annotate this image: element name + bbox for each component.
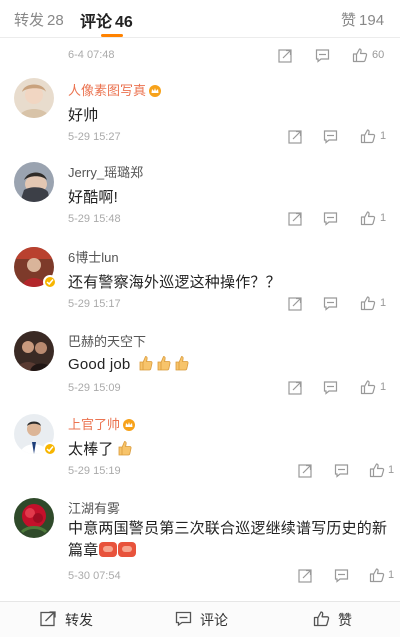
like-count: 1 [380,212,387,224]
comment-icon[interactable] [323,129,339,145]
avatar[interactable] [14,331,54,371]
comment-icon[interactable] [323,380,339,396]
like-count: 1 [388,569,395,581]
comment-icon[interactable] [323,211,339,227]
tab-repost[interactable]: 转发 28 [14,9,64,30]
clap-sticker [99,542,118,557]
comment-text-content: Good job [68,356,131,373]
comment-icon[interactable] [315,48,331,64]
like-icon[interactable] [369,462,385,478]
comment-button[interactable]: 评论 [175,602,228,637]
avatar[interactable] [14,78,54,118]
comment-icon[interactable] [323,296,339,312]
comment-text: 还有警察海外巡逻这种操作？？ [68,274,281,291]
like-count: 1 [388,464,395,476]
comment-username[interactable]: 6博士lun [68,247,119,266]
thumbs-up-emoji [139,355,153,371]
thumbs-up-emoji [157,355,171,371]
tab-repost-count: 28 [47,12,64,29]
comment-icon[interactable] [334,463,350,479]
tab-comment-count: 46 [115,14,133,31]
tab-bar: 转发 28 评论 46 赞 194 [0,0,400,38]
comment-meta: 6-4 07:48 [68,49,115,61]
comment-icon [175,610,200,630]
like-icon[interactable] [360,128,376,144]
verified-icon [43,442,57,456]
crown-icon [122,418,136,434]
comment-text: Good job [68,355,189,373]
tab-comment-label: 评论 [80,14,113,31]
avatar[interactable] [14,414,57,456]
comment-text: 中意两国警员第三次联合巡逻继续谱写历史的新篇章 [68,518,390,562]
comment-text: 好帅 [68,107,99,124]
repost-icon[interactable] [278,48,294,64]
comment-username-text: 人像素图写真 [68,83,147,98]
comment-username[interactable]: 人像素图写真 [68,80,162,100]
repost-button[interactable]: 转发 [40,602,93,637]
tab-like-count: 194 [359,12,385,29]
like-count: 1 [380,130,387,142]
like-icon[interactable] [360,295,376,311]
repost-label: 转发 [65,612,93,628]
like-count: 1 [380,381,387,393]
comment-icon[interactable] [334,568,350,584]
avatar[interactable] [14,498,54,538]
comment-username-text: 上官了帅 [68,417,121,432]
comment-meta: 5-29 15:19 [68,465,121,477]
comment-meta: 5-29 15:09 [68,382,121,394]
comment-meta: 5-29 15:48 [68,213,121,225]
like-icon[interactable] [360,210,376,226]
repost-icon [40,610,65,630]
thumbs-up-emoji [175,355,189,371]
repost-icon[interactable] [288,380,304,396]
comment-text-content: 太棒了 [68,441,114,458]
like-icon [313,610,338,630]
comment-username[interactable]: 江湖有雾 [68,498,120,517]
tab-like-label: 赞 [341,12,357,29]
comment-meta: 5-29 15:27 [68,131,121,143]
repost-icon[interactable] [298,568,314,584]
comment-username[interactable]: 上官了帅 [68,414,136,434]
like-count: 60 [372,49,385,61]
verified-icon [43,275,57,289]
active-tab-indicator [101,34,123,37]
clap-sticker [118,542,137,557]
tab-comment[interactable]: 评论 46 [80,8,133,32]
comment-meta: 5-30 07:54 [68,570,121,582]
repost-icon[interactable] [288,296,304,312]
like-button[interactable]: 赞 [313,602,352,637]
comment-text: 太棒了 [68,438,132,459]
comment-username[interactable]: 巴赫的天空下 [68,331,146,350]
bottom-action-bar: 转发 评论 赞 [0,601,400,637]
repost-icon[interactable] [288,211,304,227]
repost-icon[interactable] [288,129,304,145]
avatar[interactable] [14,247,57,289]
like-icon[interactable] [360,379,376,395]
avatar[interactable] [14,162,54,202]
repost-icon[interactable] [298,463,314,479]
like-count: 1 [380,297,387,309]
like-label: 赞 [338,612,352,628]
crown-icon [148,84,162,100]
tab-like[interactable]: 赞 194 [341,9,384,30]
tab-repost-label: 转发 [14,12,45,29]
comment-label: 评论 [200,612,228,628]
like-icon[interactable] [352,47,368,63]
like-icon[interactable] [369,567,385,583]
comment-list[interactable]: 6-4 07:48 60 人像素图写真 好帅 5-29 15:27 1 Jerr… [0,38,400,600]
comment-username[interactable]: Jerry_瑶璐郑 [68,162,143,181]
thumbs-up-emoji [118,440,132,456]
comment-meta: 5-29 15:17 [68,298,121,310]
comment-text: 好酷啊! [68,189,118,206]
